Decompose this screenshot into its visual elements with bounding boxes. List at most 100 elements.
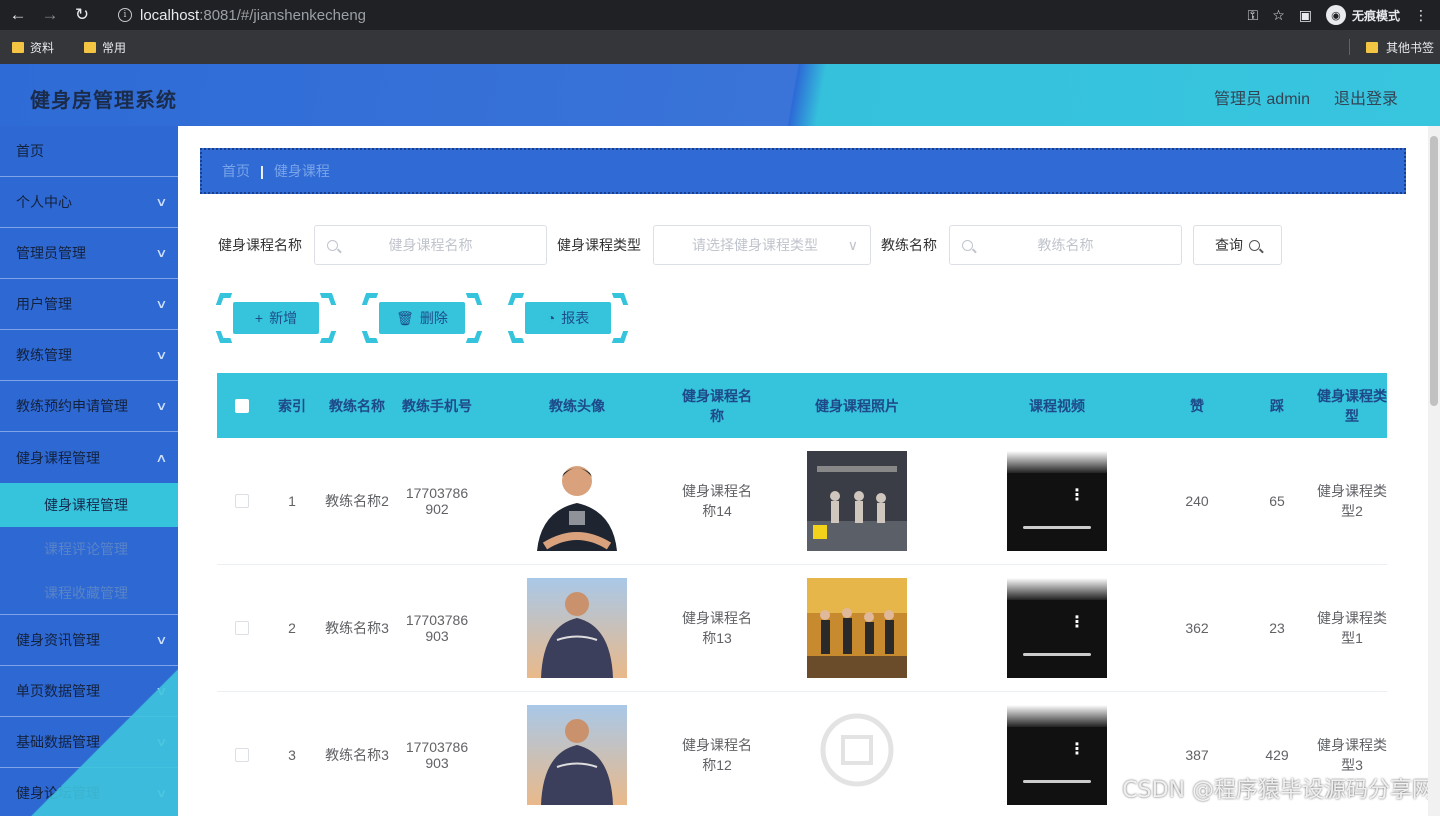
sidebar-item-news[interactable]: 健身资讯管理 ∨ bbox=[0, 615, 178, 666]
course-photo-image[interactable] bbox=[807, 451, 907, 551]
more-options-icon[interactable]: ⋮ bbox=[1069, 742, 1085, 758]
coach-avatar-image[interactable] bbox=[527, 705, 627, 805]
row-video-cell: ⋮ bbox=[957, 578, 1157, 678]
scrollbar-thumb[interactable] bbox=[1430, 136, 1438, 406]
more-options-icon[interactable]: ⋮ bbox=[1069, 488, 1085, 504]
breadcrumb-separator: | bbox=[260, 163, 264, 179]
row-coach-name: 教练名称3 bbox=[325, 620, 389, 636]
other-bookmarks[interactable]: 其他书签 bbox=[1365, 30, 1434, 64]
key-icon[interactable]: ⚿ bbox=[1248, 7, 1259, 24]
sidebar-item-basedata[interactable]: 基础数据管理 ∨ bbox=[0, 717, 178, 768]
row-course-type: 健身课程类型1 bbox=[1317, 610, 1387, 646]
header-coach-avatar: 教练头像 bbox=[549, 397, 605, 414]
row-coach-phone: 17703786903 bbox=[405, 612, 469, 644]
corner-decoration bbox=[507, 293, 525, 305]
incognito-icon: ◉ bbox=[1325, 5, 1346, 25]
row-checkbox[interactable] bbox=[235, 621, 249, 635]
sidebar-item-pages[interactable]: 单页数据管理 ∨ bbox=[0, 666, 178, 717]
course-video-player[interactable]: ⋮ bbox=[1007, 705, 1107, 805]
sidebar-item-courses[interactable]: 健身课程管理 ∧ bbox=[0, 432, 178, 483]
table-row[interactable]: 1 教练名称2 17703786902 健身课程名称14 ⋮ 240 65 健身… bbox=[217, 438, 1387, 565]
address-bar[interactable]: i localhost :8081/#/jianshenkecheng bbox=[108, 2, 1270, 28]
coach-avatar-image[interactable] bbox=[527, 578, 627, 678]
row-select-cell bbox=[217, 748, 267, 762]
course-video-player[interactable]: ⋮ bbox=[1007, 578, 1107, 678]
filter-bar: 健身课程名称 健身课程名称 健身课程类型 请选择健身课程类型 ∨ 教练名称 教练… bbox=[218, 225, 1282, 265]
bookmark-label: 资料 bbox=[30, 40, 55, 55]
corner-decoration bbox=[611, 331, 629, 343]
delete-button[interactable]: 🗑 删除 bbox=[379, 302, 465, 334]
back-icon[interactable]: ← bbox=[4, 1, 32, 29]
row-coach-name: 教练名称2 bbox=[325, 493, 389, 509]
sidebar-item-profile[interactable]: 个人中心 ∨ bbox=[0, 177, 178, 228]
video-progress-bar[interactable] bbox=[1023, 526, 1091, 529]
coach-avatar-image[interactable] bbox=[527, 451, 627, 551]
corner-decoration bbox=[507, 331, 525, 343]
sidebar-item-coaches[interactable]: 教练管理 ∨ bbox=[0, 330, 178, 381]
url-path: :8081/#/jianshenkecheng bbox=[199, 6, 367, 24]
sidebar-item-label: 基础数据管理 bbox=[16, 734, 100, 750]
sidebar-item-home[interactable]: 首页 bbox=[0, 126, 178, 177]
header-likes: 赞 bbox=[1190, 397, 1204, 414]
corner-decoration bbox=[361, 293, 379, 305]
row-avatar-cell bbox=[477, 705, 677, 805]
sidebar-item-label: 首页 bbox=[16, 143, 44, 159]
add-button[interactable]: + 新增 bbox=[233, 302, 319, 334]
report-button[interactable]: ◔ 报表 bbox=[525, 302, 611, 334]
sidebar-item-label: 教练管理 bbox=[16, 347, 72, 363]
sidebar-subitem-comments[interactable]: 课程评论管理 bbox=[0, 527, 178, 571]
sidebar-subitem-courses[interactable]: 健身课程管理 bbox=[0, 483, 178, 527]
bookmark-folder[interactable]: 资料 bbox=[12, 39, 54, 56]
sidebar-item-label: 用户管理 bbox=[16, 296, 72, 312]
row-checkbox[interactable] bbox=[235, 748, 249, 762]
chevron-down-icon: ∨ bbox=[155, 348, 168, 362]
sidebar-item-label: 健身论坛管理 bbox=[16, 785, 100, 801]
chevron-down-icon: ∨ bbox=[847, 236, 858, 253]
breadcrumb-home[interactable]: 首页 bbox=[222, 161, 250, 181]
chevron-down-icon: ∨ bbox=[155, 735, 168, 749]
incognito-badge[interactable]: ◉ 无痕模式 bbox=[1325, 5, 1400, 25]
select-all-checkbox[interactable] bbox=[235, 398, 249, 413]
star-icon[interactable]: ☆ bbox=[1272, 7, 1285, 24]
row-likes: 362 bbox=[1185, 620, 1209, 636]
course-photo-placeholder[interactable] bbox=[807, 705, 907, 805]
video-progress-bar[interactable] bbox=[1023, 780, 1091, 783]
row-course-type: 健身课程类型2 bbox=[1317, 483, 1387, 519]
incognito-label: 无痕模式 bbox=[1351, 8, 1400, 23]
main-content: 首页 | 健身课程 健身课程名称 健身课程名称 健身课程类型 请选择健身课程类型… bbox=[178, 126, 1440, 816]
course-video-player[interactable]: ⋮ bbox=[1007, 451, 1107, 551]
menu-icon[interactable]: ⋮ bbox=[1414, 7, 1428, 24]
row-index: 2 bbox=[288, 620, 296, 636]
forward-icon[interactable]: → bbox=[36, 1, 64, 29]
chevron-down-icon: ∨ bbox=[155, 297, 168, 311]
course-type-select[interactable]: 请选择健身课程类型 ∨ bbox=[653, 225, 871, 265]
table-row[interactable]: 2 教练名称3 17703786903 健身课程名称13 ⋮ 362 23 健身… bbox=[217, 565, 1387, 692]
coach-name-input[interactable]: 教练名称 bbox=[949, 225, 1182, 265]
course-name-input[interactable]: 健身课程名称 bbox=[314, 225, 547, 265]
sidebar-item-forum[interactable]: 健身论坛管理 ∨ bbox=[0, 768, 178, 816]
query-button-label: 查询 bbox=[1215, 237, 1243, 253]
sidebar-item-label: 管理员管理 bbox=[16, 245, 86, 261]
video-progress-bar[interactable] bbox=[1023, 653, 1091, 656]
page-scrollbar[interactable] bbox=[1428, 126, 1440, 816]
more-options-icon[interactable]: ⋮ bbox=[1069, 615, 1085, 631]
reload-icon[interactable]: ↻ bbox=[68, 1, 96, 29]
header-coach-name: 教练名称 bbox=[329, 397, 385, 414]
corner-decoration bbox=[465, 293, 483, 305]
logout-button[interactable]: 退出登录 bbox=[1334, 85, 1398, 109]
bookmark-folder[interactable]: 常用 bbox=[84, 39, 126, 56]
sidebar-subitem-favorites[interactable]: 课程收藏管理 bbox=[0, 571, 178, 615]
sidepanel-icon[interactable]: ▣ bbox=[1299, 7, 1312, 24]
row-coach-name: 教练名称3 bbox=[325, 747, 389, 763]
info-icon[interactable]: i bbox=[118, 8, 132, 22]
sidebar-item-admins[interactable]: 管理员管理 ∨ bbox=[0, 228, 178, 279]
sidebar-item-label: 健身资讯管理 bbox=[16, 632, 100, 648]
course-photo-image[interactable] bbox=[807, 578, 907, 678]
add-button-frame: + 新增 bbox=[215, 293, 337, 343]
sidebar-item-users[interactable]: 用户管理 ∨ bbox=[0, 279, 178, 330]
sidebar-item-bookings[interactable]: 教练预约申请管理 ∨ bbox=[0, 381, 178, 432]
course-table: 索引 教练名称 教练手机号 教练头像 健身课程名称 健身课程照片 课程视频 赞 … bbox=[217, 373, 1387, 816]
row-index: 3 bbox=[288, 747, 296, 763]
query-button[interactable]: 查询 bbox=[1193, 225, 1282, 265]
row-checkbox[interactable] bbox=[235, 494, 249, 508]
